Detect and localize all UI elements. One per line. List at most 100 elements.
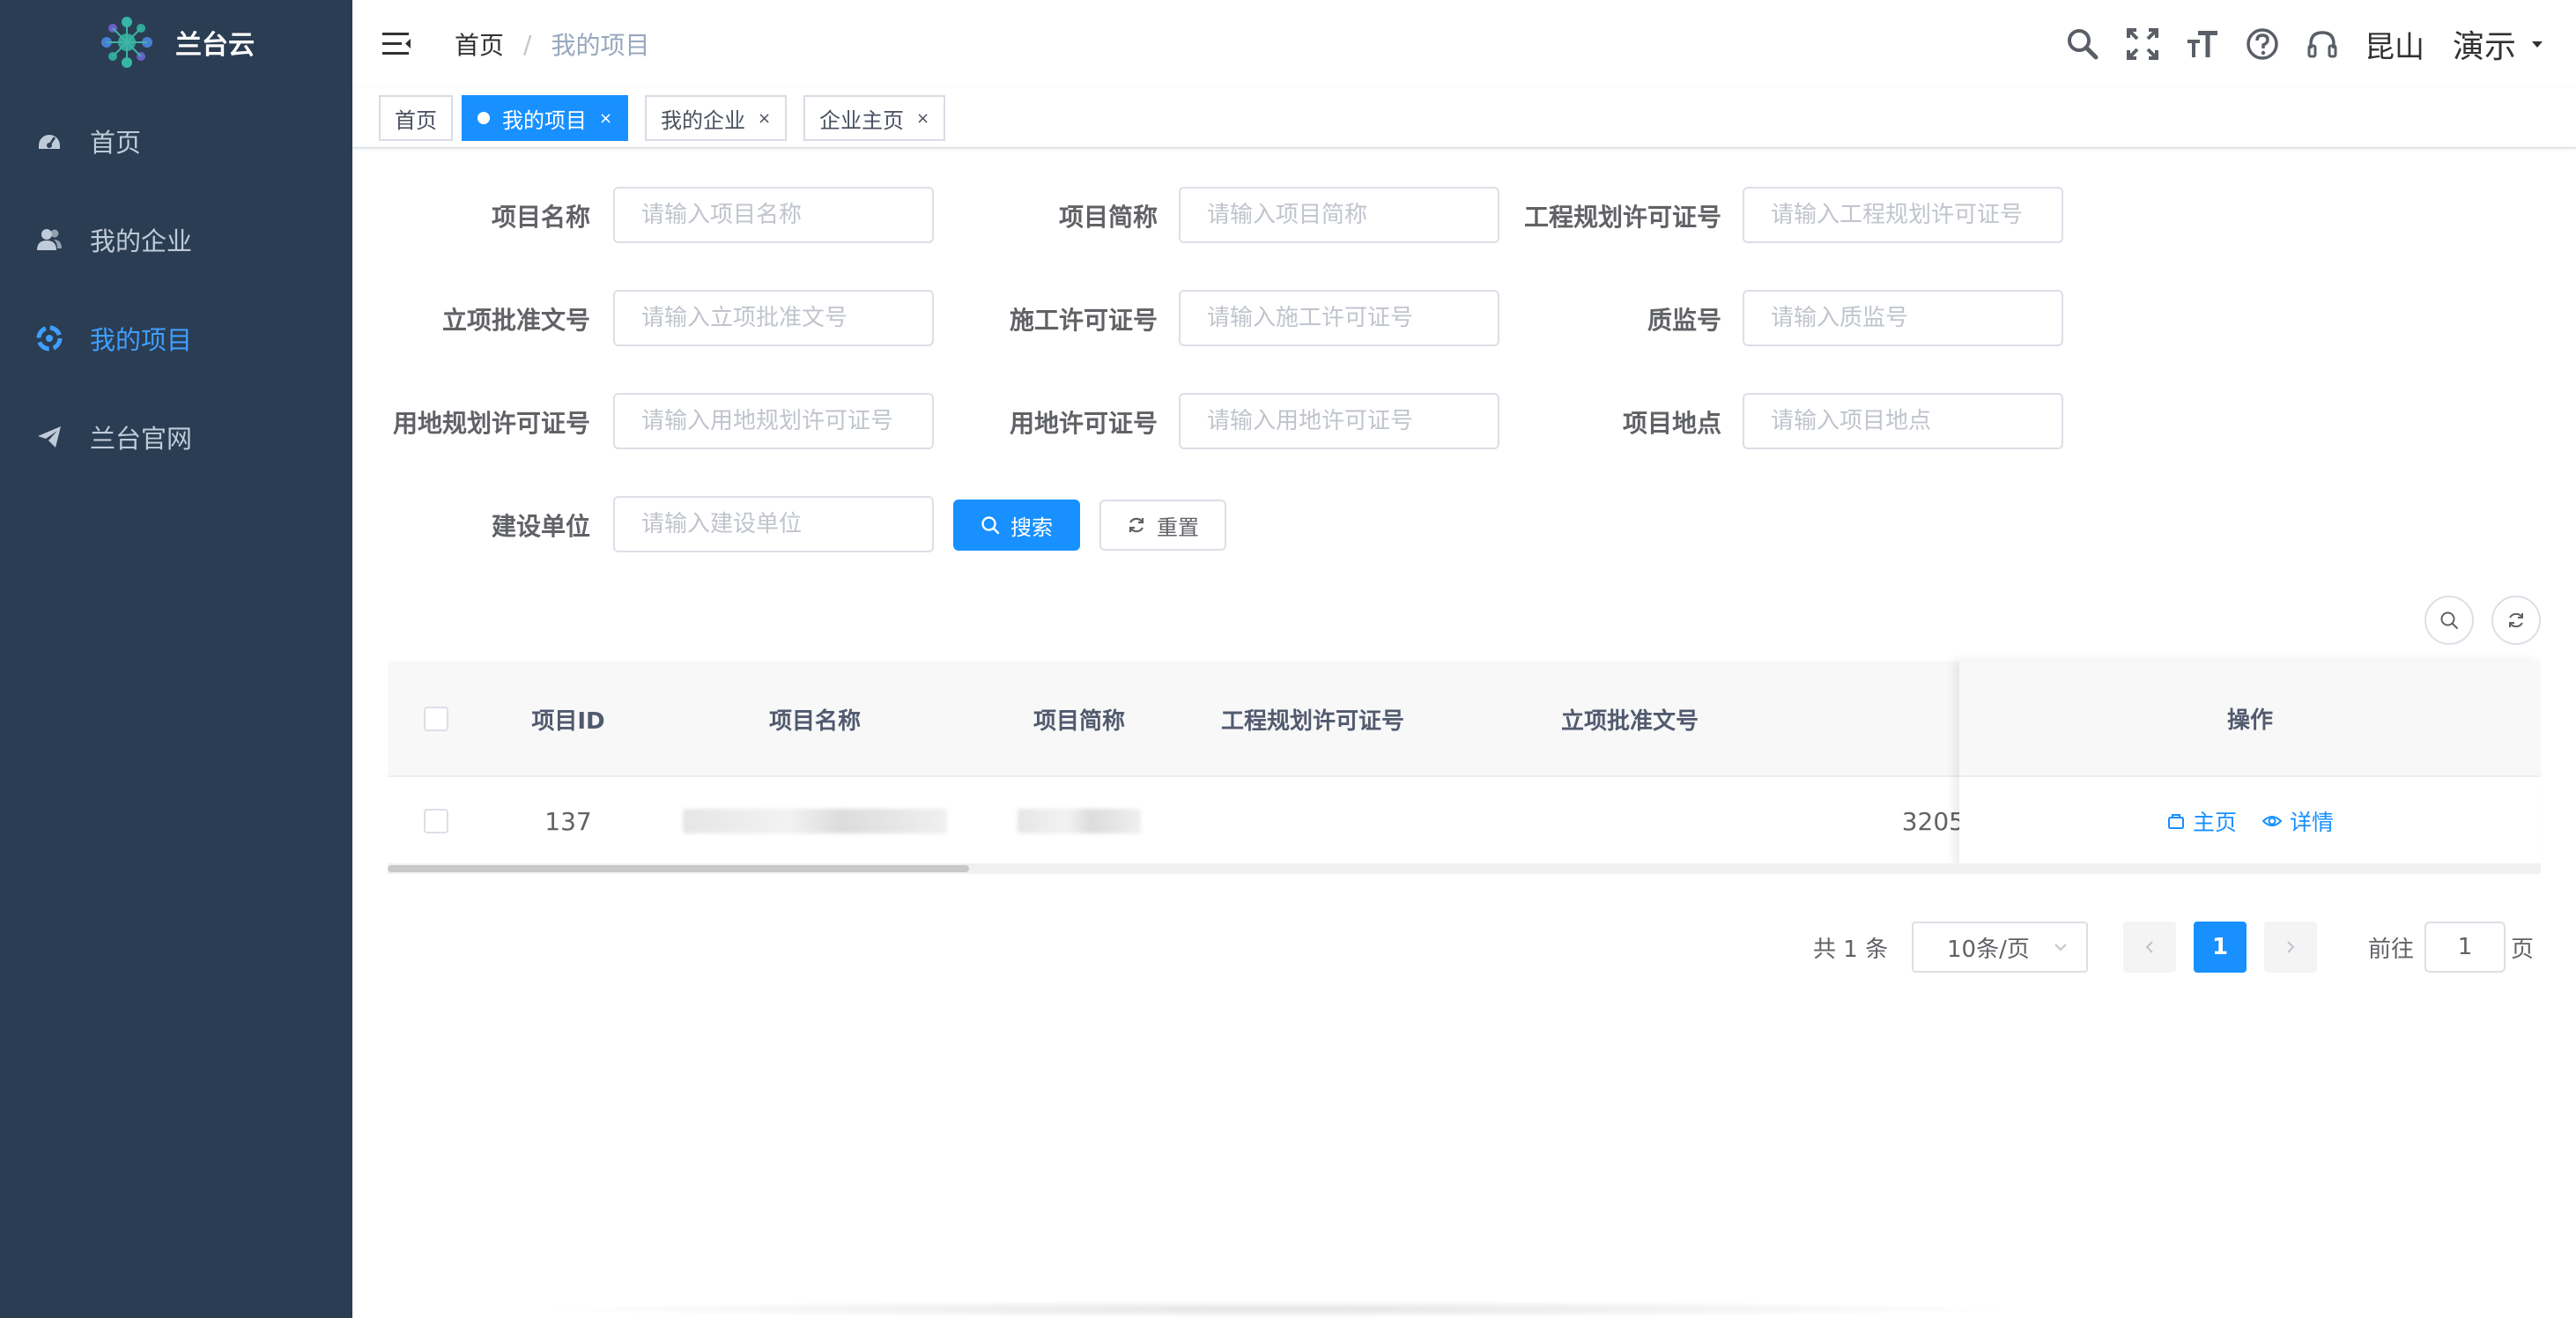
builder-input[interactable] [613, 496, 934, 552]
column-header[interactable]: 项目名称 [652, 661, 978, 777]
home-link[interactable]: 主页 [2166, 805, 2237, 837]
reset-button-label: 重置 [1157, 515, 1199, 540]
detail-link[interactable]: 详情 [2261, 805, 2334, 837]
tag-close-icon[interactable]: × [758, 109, 771, 128]
actions-column: 操作 主页 详情 [1959, 661, 2541, 865]
search-button[interactable]: 搜索 [953, 500, 1080, 551]
user-dropdown[interactable]: 演示 [2453, 21, 2544, 67]
projects-table: 项目ID 项目名称 项目简称 工程规划许可证号 立项批准文号 137 3205 … [388, 661, 2541, 874]
cell-project-name [652, 777, 978, 865]
sidebar: 兰台云 首页 我的企业 我的项目 兰台官网 [0, 0, 352, 1318]
label-plan-permit: 工程规划许可证号 [1523, 203, 1721, 232]
scrollbar-thumb[interactable] [388, 865, 969, 872]
app-title: 兰台云 [175, 30, 255, 61]
chevron-down-icon [2054, 944, 2067, 951]
logo-icon [101, 17, 152, 68]
breadcrumb-separator: / [523, 29, 532, 59]
cell-project-id: 137 [544, 806, 592, 836]
row-select-cell [388, 777, 485, 865]
reset-button[interactable]: 重置 [1099, 500, 1226, 551]
label-project-name: 项目名称 [491, 203, 590, 232]
tag-label: 我的项目 [502, 107, 587, 133]
sidebar-item-website[interactable]: 兰台官网 [0, 388, 352, 486]
cell-partial-value: 3205 [1901, 806, 1965, 836]
logo[interactable]: 兰台云 [0, 0, 352, 85]
page-size-value: 10条/页 [1947, 936, 2030, 963]
toggle-search-button[interactable] [2424, 596, 2474, 645]
hamburger-icon[interactable] [379, 26, 414, 62]
search-icon [2440, 611, 2458, 629]
goto-suffix: 页 [2511, 936, 2535, 963]
project-icon [35, 324, 63, 352]
page-number-current[interactable]: 1 [2194, 922, 2247, 973]
sidebar-item-label: 首页 [90, 128, 142, 158]
sidebar-item-enterprise[interactable]: 我的企业 [0, 190, 352, 289]
label-project-short-name: 项目简称 [1058, 203, 1158, 232]
tag-close-icon[interactable]: × [916, 109, 929, 128]
approval-no-input[interactable] [613, 290, 934, 346]
tag-enterprise-home[interactable]: 企业主页 × [803, 95, 946, 141]
fullscreen-icon[interactable] [2123, 25, 2162, 63]
search-icon[interactable] [2063, 25, 2102, 63]
row-checkbox[interactable] [424, 809, 448, 833]
chevron-right-icon [2287, 941, 2295, 953]
sidebar-menu: 首页 我的企业 我的项目 兰台官网 [0, 92, 352, 486]
column-header[interactable]: 工程规划许可证号 [1181, 661, 1445, 777]
sidebar-item-label: 我的项目 [90, 325, 193, 355]
goto-prefix: 前往 [2368, 936, 2415, 963]
land-permit-input[interactable] [1179, 393, 1499, 449]
redacted-text [683, 809, 947, 833]
tag-label: 首页 [395, 107, 437, 133]
label-land-permit: 用地许可证号 [1009, 409, 1158, 438]
pagination-total: 共 1 条 [1813, 936, 1889, 963]
breadcrumb-home[interactable]: 首页 [455, 26, 504, 62]
horizontal-scrollbar[interactable] [388, 863, 2541, 874]
label-builder: 建设单位 [491, 512, 590, 541]
dashboard-icon [35, 127, 63, 155]
search-button-label: 搜索 [1010, 515, 1053, 540]
home-icon [2167, 814, 2184, 829]
search-icon [981, 516, 1000, 535]
chevron-left-icon [2145, 941, 2153, 953]
cell-project-short-name [978, 777, 1181, 865]
tag-home[interactable]: 首页 [379, 95, 453, 141]
column-header[interactable]: 项目ID [485, 661, 652, 777]
caret-down-icon [2532, 41, 2543, 48]
plan-permit-input[interactable] [1743, 187, 2063, 243]
tag-close-icon[interactable]: × [599, 109, 612, 128]
font-size-icon[interactable] [2183, 25, 2222, 63]
next-page-button[interactable] [2264, 922, 2317, 973]
sidebar-item-label: 兰台官网 [90, 424, 193, 454]
refresh-table-button[interactable] [2491, 596, 2541, 645]
column-header[interactable]: 立项批准文号 [1445, 661, 1815, 777]
quality-no-input[interactable] [1743, 290, 2063, 346]
sidebar-item-projects[interactable]: 我的项目 [0, 289, 352, 388]
navbar: 首页 / 我的项目 昆山 演示 [352, 0, 2576, 88]
bottom-shadow [529, 1300, 2026, 1318]
tag-label: 我的企业 [661, 107, 745, 133]
location-label[interactable]: 昆山 [2365, 23, 2424, 66]
goto-page-input[interactable] [2424, 922, 2506, 973]
construction-permit-input[interactable] [1179, 290, 1499, 346]
row-actions: 主页 详情 [1959, 777, 2541, 865]
headset-icon[interactable] [2303, 25, 2342, 63]
project-name-input[interactable] [613, 187, 934, 243]
tag-my-projects[interactable]: 我的项目 × [462, 95, 629, 141]
header-select-all [388, 661, 485, 777]
prev-page-button[interactable] [2123, 922, 2176, 973]
tag-my-enterprise[interactable]: 我的企业 × [645, 95, 788, 141]
redacted-text [1018, 809, 1141, 833]
tag-label: 企业主页 [819, 107, 904, 133]
page-size-select[interactable]: 10条/页 [1912, 922, 2088, 973]
select-all-checkbox[interactable] [424, 707, 448, 731]
sidebar-item-home[interactable]: 首页 [0, 92, 352, 190]
project-location-input[interactable] [1743, 393, 2063, 449]
refresh-icon [2509, 612, 2523, 628]
project-short-name-input[interactable] [1179, 187, 1499, 243]
user-name: 演示 [2452, 29, 2516, 65]
label-approval-no: 立项批准文号 [441, 306, 590, 335]
land-plan-permit-input[interactable] [613, 393, 934, 449]
breadcrumb-current: 我的项目 [551, 31, 650, 60]
column-header[interactable]: 项目简称 [978, 661, 1181, 777]
help-icon[interactable] [2243, 25, 2282, 63]
